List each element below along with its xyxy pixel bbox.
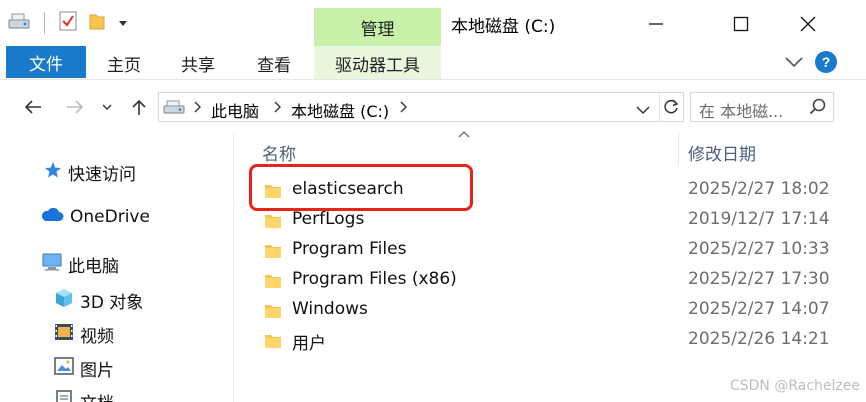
address-bar[interactable]: 此电脑 本地磁盘 (C:) — [158, 92, 684, 122]
breadcrumb-this-pc[interactable]: 此电脑 — [211, 98, 259, 122]
tab-view[interactable]: 查看 — [246, 46, 302, 80]
document-icon — [54, 390, 74, 402]
tab-drive-tools[interactable]: 驱动器工具 — [314, 46, 441, 80]
folder-icon — [264, 303, 282, 323]
back-button[interactable] — [22, 96, 44, 118]
maximize-button[interactable] — [727, 10, 755, 38]
title-bar: 管理 本地磁盘 (C:) — [0, 0, 866, 46]
nav-item-label: 视频 — [80, 327, 114, 347]
nav-item-label: 文档 — [80, 389, 114, 402]
expand-ribbon-icon[interactable] — [784, 54, 804, 73]
nav-item-label: OneDrive — [70, 206, 150, 227]
nav-item-label: 3D 对象 — [80, 293, 144, 313]
cube-icon — [54, 288, 74, 313]
close-button[interactable] — [794, 10, 822, 38]
drive-icon[interactable] — [8, 12, 30, 34]
recent-locations-icon[interactable] — [100, 96, 114, 118]
tab-share[interactable]: 共享 — [170, 46, 226, 80]
search-icon[interactable] — [809, 98, 827, 120]
chevron-right-icon[interactable] — [399, 101, 409, 117]
picture-icon — [54, 357, 74, 380]
nav-item-label: 快速访问 — [68, 165, 136, 185]
folder-icon — [264, 213, 282, 233]
file-date: 2019/12/7 17:14 — [688, 209, 830, 229]
search-placeholder: 在 本地磁... — [699, 102, 784, 121]
highlight-box — [249, 164, 473, 211]
address-divider — [659, 93, 660, 121]
table-row[interactable]: Windows 2025/2/27 14:07 — [234, 297, 866, 327]
file-date: 2025/2/27 17:30 — [688, 269, 830, 289]
table-row[interactable]: Program Files (x86) 2025/2/27 17:30 — [234, 267, 866, 297]
computer-icon — [42, 253, 62, 276]
toolbar-divider — [44, 12, 45, 34]
quick-access-toolbar — [8, 10, 129, 36]
file-date: 2025/2/27 14:07 — [688, 299, 830, 319]
new-folder-icon[interactable] — [87, 11, 107, 35]
search-input[interactable]: 在 本地磁... — [690, 92, 834, 122]
nav-item-3d-objects[interactable]: 3D 对象 — [54, 288, 143, 313]
file-date: 2025/2/27 10:33 — [688, 239, 830, 259]
nav-item-pictures[interactable]: 图片 — [54, 356, 114, 381]
folder-icon — [264, 243, 282, 263]
folder-icon — [264, 273, 282, 293]
column-header-name[interactable]: 名称 — [262, 140, 296, 165]
star-icon — [44, 161, 62, 184]
window-title: 本地磁盘 (C:) — [451, 17, 556, 37]
navigation-pane: 快速访问 OneDrive 此电脑 3D 对象 视频 图片 文档 — [0, 132, 234, 402]
film-icon — [54, 322, 74, 347]
file-name: Program Files — [292, 239, 407, 259]
nav-item-videos[interactable]: 视频 — [54, 322, 114, 347]
chevron-right-icon[interactable] — [193, 101, 203, 117]
svg-text:?: ? — [822, 54, 831, 70]
column-resize-handle[interactable] — [678, 132, 679, 166]
table-row[interactable]: PerfLogs 2019/12/7 17:14 — [234, 207, 866, 237]
address-row: 此电脑 本地磁盘 (C:) 在 本地磁... — [0, 80, 866, 132]
chevron-right-icon[interactable] — [273, 101, 283, 117]
column-header-modified[interactable]: 修改日期 — [688, 140, 756, 165]
file-name: Program Files (x86) — [292, 269, 457, 289]
file-name: Windows — [292, 299, 368, 319]
sort-ascending-icon — [458, 126, 470, 142]
up-button[interactable] — [128, 96, 150, 118]
tab-manage[interactable]: 管理 — [314, 8, 441, 46]
nav-item-label: 此电脑 — [68, 257, 119, 277]
help-icon[interactable]: ? — [814, 50, 838, 78]
forward-button[interactable] — [64, 96, 86, 118]
file-date: 2025/2/27 18:02 — [688, 179, 830, 199]
table-row[interactable]: 用户 2025/2/26 14:21 — [234, 327, 866, 357]
breadcrumb-local-disk[interactable]: 本地磁盘 (C:) — [291, 98, 389, 122]
nav-item-quick-access[interactable]: 快速访问 — [44, 160, 136, 185]
ribbon-tabs: 文件 主页 共享 查看 驱动器工具 ? — [0, 46, 866, 80]
nav-item-onedrive[interactable]: OneDrive — [40, 206, 150, 227]
file-name: 用户 — [292, 334, 326, 354]
nav-item-this-pc[interactable]: 此电脑 — [42, 252, 119, 277]
address-dropdown-icon[interactable] — [635, 101, 651, 120]
tab-file[interactable]: 文件 — [6, 46, 86, 78]
nav-item-label: 图片 — [80, 361, 114, 381]
properties-check-icon[interactable] — [59, 11, 77, 35]
tab-home[interactable]: 主页 — [96, 46, 152, 80]
cloud-icon — [40, 206, 64, 227]
watermark: CSDN @Rachelzee — [729, 378, 860, 394]
refresh-icon[interactable] — [662, 98, 680, 120]
drive-icon — [163, 99, 185, 119]
file-name: PerfLogs — [292, 209, 365, 229]
nav-item-documents[interactable]: 文档 — [54, 389, 114, 402]
folder-icon — [264, 333, 282, 353]
minimize-button[interactable] — [642, 10, 670, 38]
file-date: 2025/2/26 14:21 — [688, 329, 830, 349]
table-row[interactable]: Program Files 2025/2/27 10:33 — [234, 237, 866, 267]
dropdown-arrow-icon[interactable] — [117, 14, 129, 33]
